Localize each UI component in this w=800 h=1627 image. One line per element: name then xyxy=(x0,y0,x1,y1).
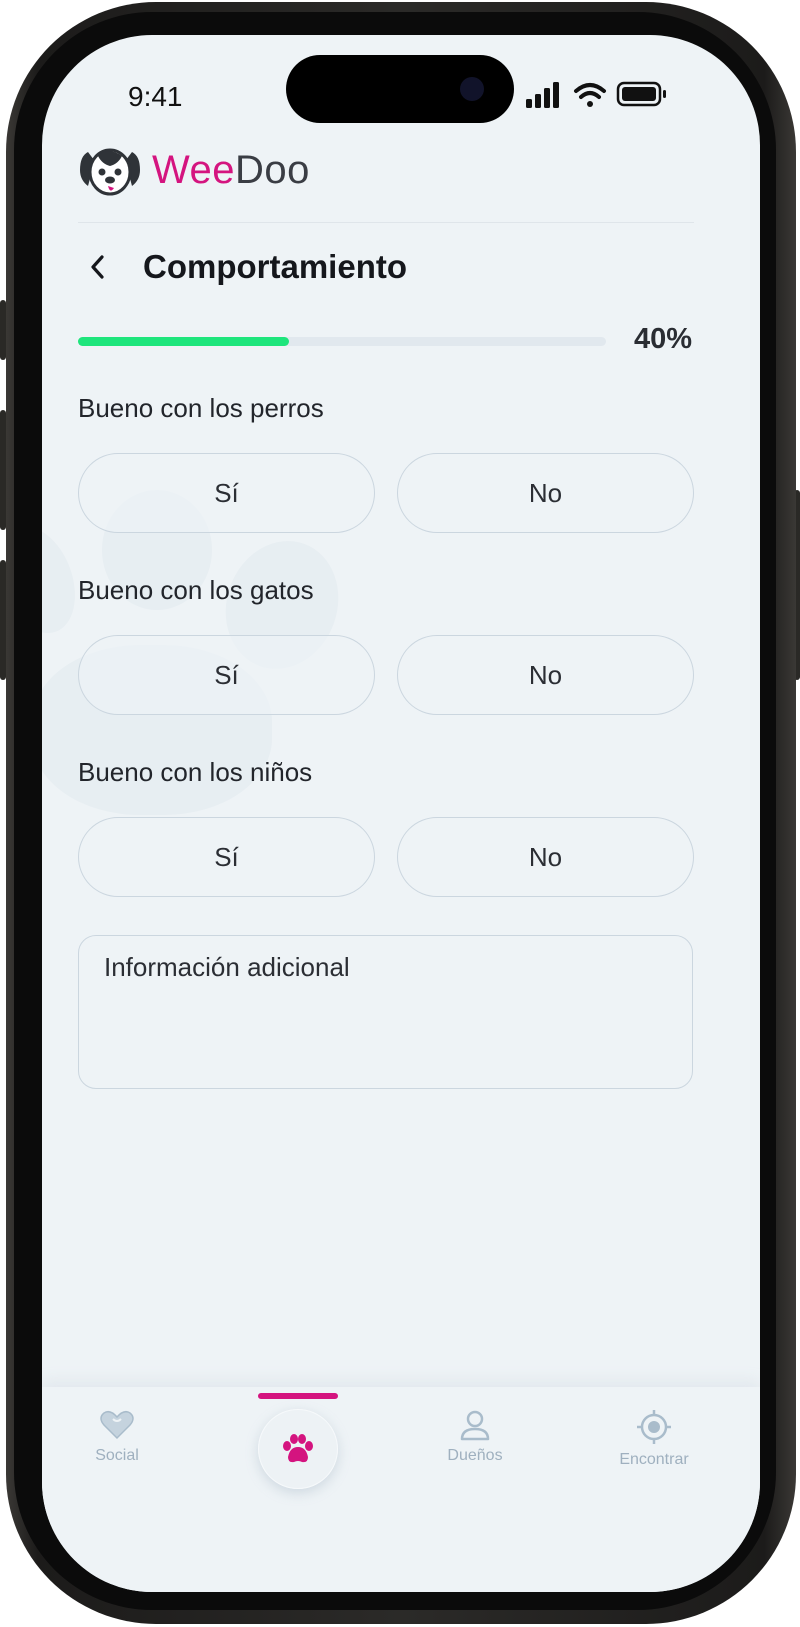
brand-name-doo: Doo xyxy=(235,147,310,192)
nav-item-find[interactable]: Encontrar xyxy=(594,1409,714,1499)
nav-label-owners: Dueños xyxy=(447,1447,503,1464)
chevron-left-icon xyxy=(91,255,104,279)
progress-fill xyxy=(78,337,290,346)
kids-no-button[interactable]: No xyxy=(397,817,694,897)
additional-info-textarea[interactable]: Información adicional xyxy=(78,935,693,1089)
page-title: Comportamiento xyxy=(143,248,407,285)
dynamic-island xyxy=(286,55,514,123)
brand-name-wee: Wee xyxy=(152,147,236,192)
nav-item-social[interactable]: Social xyxy=(57,1409,177,1499)
bottom-navigation: Social Dueños Encontrar xyxy=(42,1387,760,1592)
person-icon xyxy=(460,1410,490,1441)
nav-active-indicator xyxy=(258,1393,338,1399)
progress-bar xyxy=(78,337,606,346)
wifi-icon xyxy=(574,83,606,107)
kids-yes-button[interactable]: Sí xyxy=(78,817,375,897)
additional-info-placeholder: Información adicional xyxy=(104,952,350,982)
dogs-yes-button[interactable]: Sí xyxy=(78,453,375,533)
app-screen: 9:41 WeeDoo Comportamiento 40% Bueno con… xyxy=(42,35,760,1592)
question-label-kids: Bueno con los niños xyxy=(78,757,313,787)
battery-icon xyxy=(616,81,666,107)
front-camera xyxy=(460,77,484,101)
nav-item-owners[interactable]: Dueños xyxy=(415,1409,535,1499)
crosshair-icon xyxy=(637,1410,671,1444)
status-time: 9:41 xyxy=(128,81,183,112)
back-button[interactable] xyxy=(78,245,118,289)
brand-logo: WeeDoo xyxy=(78,140,310,200)
question-label-cats: Bueno con los gatos xyxy=(78,575,314,605)
cats-no-button[interactable]: No xyxy=(397,635,694,715)
nav-label-find: Encontrar xyxy=(619,1451,689,1468)
header-divider xyxy=(78,222,694,223)
question-label-dogs: Bueno con los perros xyxy=(78,393,324,423)
progress-percentage: 40% xyxy=(633,323,692,355)
dogs-no-button[interactable]: No xyxy=(397,453,694,533)
nav-label-social: Social xyxy=(95,1447,139,1464)
dog-face-icon xyxy=(80,148,140,196)
paw-icon xyxy=(283,1434,313,1463)
heart-icon xyxy=(100,1410,134,1440)
status-icons xyxy=(526,81,666,108)
cats-yes-button[interactable]: Sí xyxy=(78,635,375,715)
signal-icon xyxy=(526,82,559,108)
nav-item-pets[interactable] xyxy=(258,1409,338,1489)
